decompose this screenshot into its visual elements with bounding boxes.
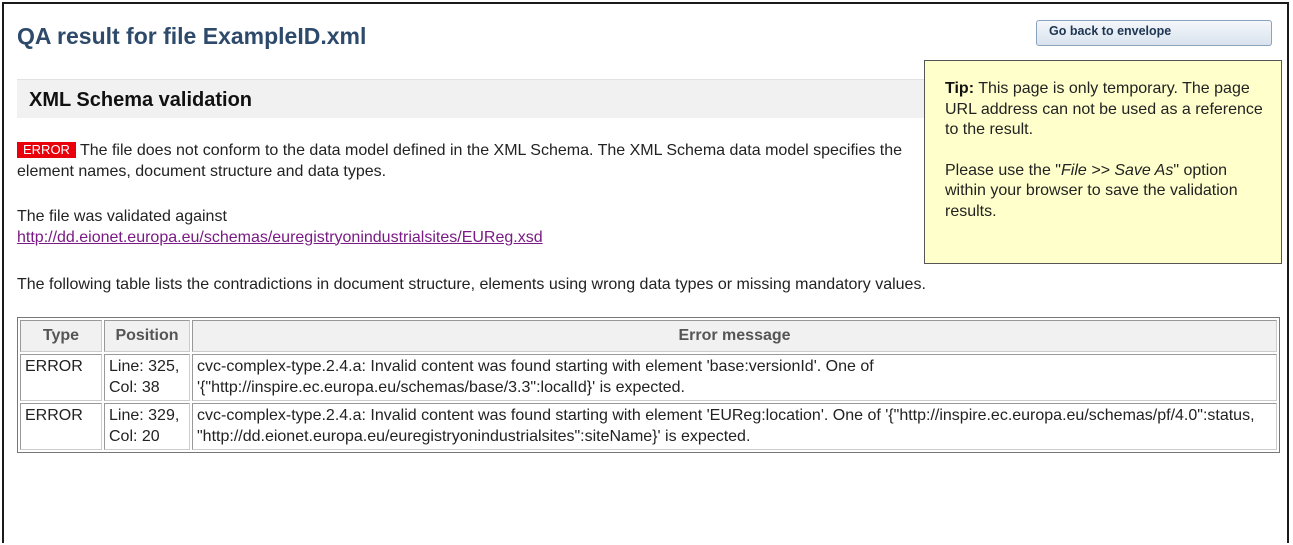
- cell-error-message: cvc-complex-type.2.4.a: Invalid content …: [192, 354, 1277, 401]
- column-header-position: Position: [104, 320, 190, 352]
- tip-paragraph-2: Please use the "File >> Save As" option …: [945, 161, 1265, 223]
- column-header-type: Type: [20, 320, 102, 352]
- error-summary: ERROR The file does not conform to the da…: [17, 141, 907, 182]
- page-title: QA result for file ExampleID.xml: [17, 23, 367, 49]
- cell-position: Line: 329, Col: 20: [104, 403, 190, 450]
- validated-label: The file was validated against: [17, 208, 227, 225]
- cell-position: Line: 325, Col: 38: [104, 354, 190, 401]
- tip-text-1: This page is only temporary. The page UR…: [945, 80, 1263, 138]
- tip-box: Tip: This page is only temporary. The pa…: [924, 60, 1282, 264]
- table-header-row: Type Position Error message: [20, 320, 1277, 352]
- table-intro: The following table lists the contradict…: [17, 276, 926, 293]
- cell-type: ERROR: [20, 403, 102, 450]
- section-title: XML Schema validation: [29, 89, 253, 111]
- table-row: ERROR Line: 329, Col: 20 cvc-complex-typ…: [20, 403, 1277, 450]
- cell-error-message: cvc-complex-type.2.4.a: Invalid content …: [192, 403, 1277, 450]
- section-header: XML Schema validation: [17, 79, 927, 118]
- tip-label: Tip:: [945, 80, 975, 97]
- tip-paragraph-1: Tip: This page is only temporary. The pa…: [945, 79, 1265, 141]
- tip-text-2-pre: Please use the ": [945, 161, 1061, 179]
- error-summary-text: The file does not conform to the data mo…: [17, 142, 903, 180]
- column-header-error-message: Error message: [192, 320, 1277, 352]
- go-back-to-envelope-button[interactable]: Go back to envelope: [1036, 20, 1272, 46]
- tip-save-as: File >> Save As: [1060, 161, 1174, 179]
- table-row: ERROR Line: 325, Col: 38 cvc-complex-typ…: [20, 354, 1277, 401]
- errors-table: Type Position Error message ERROR Line: …: [17, 317, 1280, 453]
- error-badge: ERROR: [17, 142, 76, 158]
- cell-type: ERROR: [20, 354, 102, 401]
- validated-against: The file was validated against http://dd…: [17, 207, 907, 248]
- schema-link[interactable]: http://dd.eionet.europa.eu/schemas/eureg…: [17, 229, 543, 246]
